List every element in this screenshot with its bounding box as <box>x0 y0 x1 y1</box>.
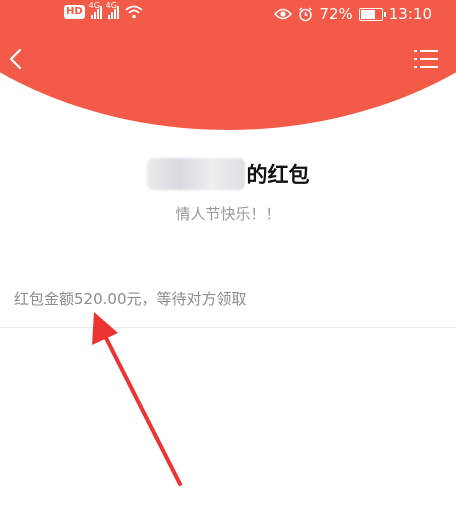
red-packet-header: HD 4G 4G 72% 13:10 <box>0 0 456 130</box>
signal-icon: 4G <box>89 1 102 19</box>
alarm-clock-icon <box>299 6 313 21</box>
blurred-sender-name <box>146 158 245 190</box>
title-suffix: 的红包 <box>246 163 310 187</box>
hd-badge: HD <box>64 5 85 19</box>
wifi-icon <box>125 5 143 19</box>
status-right-group: 72% 13:10 <box>274 5 432 23</box>
signal-icon: 4G <box>106 1 119 19</box>
back-button[interactable] <box>4 46 30 72</box>
clock-time: 13:10 <box>388 5 432 23</box>
divider <box>0 327 456 328</box>
menu-button[interactable] <box>414 48 438 70</box>
greeting-message: 情人节快乐！！ <box>175 205 281 223</box>
list-menu-icon <box>414 50 438 68</box>
status-bar: HD 4G 4G 72% 13:10 <box>0 0 456 30</box>
chevron-left-icon <box>9 48 22 70</box>
amount-status-text: 红包金额520.00元，等待对方领取 <box>14 290 247 308</box>
title-inner: 的红包 <box>146 158 310 190</box>
network-type-label: 4G <box>105 1 117 10</box>
eye-icon <box>274 8 293 20</box>
network-type-label: 4G <box>88 1 100 10</box>
battery-icon <box>358 7 386 21</box>
status-left-group: HD 4G 4G <box>64 1 143 19</box>
red-packet-title: 的红包 <box>0 158 456 194</box>
battery-percentage: 72% <box>319 5 353 23</box>
battery-fill <box>360 9 375 19</box>
